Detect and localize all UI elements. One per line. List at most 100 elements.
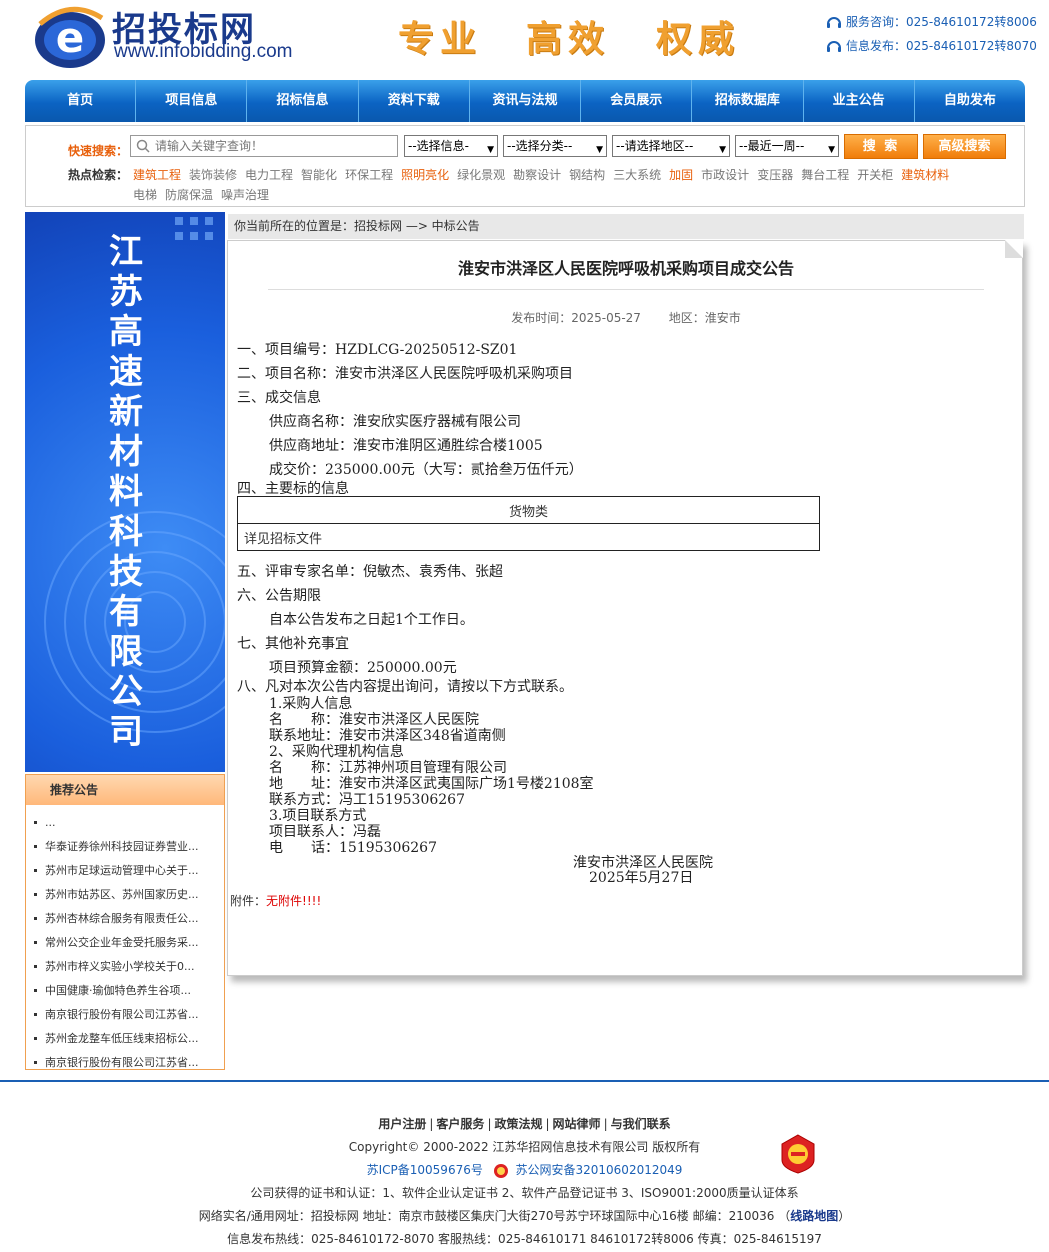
- hotline-publish: 信息发布：025-84610172转8070: [826, 37, 1037, 54]
- icp-link[interactable]: 苏ICP备10059676号: [367, 1163, 483, 1177]
- nav-tender-info[interactable]: 招标信息: [247, 80, 359, 122]
- recommended-item[interactable]: 苏州市姑苏区、苏州国家历史...: [32, 883, 224, 907]
- hot-keyword[interactable]: 噪声治理: [221, 188, 269, 202]
- goods-table: 货物类 详见招标文件: [237, 496, 820, 551]
- hot-keyword[interactable]: 电梯: [133, 188, 157, 202]
- recommended-item[interactable]: 南京银行股份有限公司江苏省...: [32, 1003, 224, 1027]
- slogan-efficient: 高效: [526, 18, 611, 60]
- footer-address: 网络实名/通用网址：招投标网 地址：南京市鼓楼区集庆门大街270号苏宁环球国际中…: [198, 1209, 851, 1223]
- recommended-item[interactable]: 苏州市梓义实验小学校关于0...: [32, 955, 224, 979]
- chevron-down-icon: ▼: [596, 145, 603, 155]
- recommended-item[interactable]: 常州公交企业年金受托服务采...: [32, 931, 224, 955]
- budget-amount: 项目预算金额：250000.00元: [269, 660, 457, 676]
- chevron-down-icon: ▼: [487, 145, 494, 155]
- hot-keyword[interactable]: 钢结构: [569, 168, 605, 182]
- recommended-item[interactable]: 南京银行股份有限公司江苏省...: [32, 1051, 224, 1075]
- nav-owner-notices[interactable]: 业主公告: [804, 80, 915, 122]
- bullet-icon: [34, 1012, 37, 1016]
- bullet-icon: [34, 1060, 37, 1064]
- breadcrumb: 你当前所在的位置是：招投标网 —> 中标公告: [228, 214, 1024, 239]
- hot-keyword[interactable]: 防腐保温: [165, 188, 213, 202]
- recommended-item[interactable]: 华泰证券徐州科技园证券营业...: [32, 835, 224, 859]
- hot-keyword[interactable]: 三大系统: [613, 168, 661, 182]
- nav-home[interactable]: 首页: [25, 80, 137, 122]
- publish-date: 2025-05-27: [571, 311, 641, 325]
- recommended-item[interactable]: 苏州市足球运动管理中心关于...: [32, 859, 224, 883]
- hot-keyword[interactable]: 绿化景观: [457, 168, 505, 182]
- item-main-subject: 四、主要标的信息: [237, 481, 349, 497]
- recommended-item[interactable]: ...: [32, 811, 224, 835]
- item-supplementary: 七、其他补充事宜: [237, 636, 349, 652]
- bullet-icon: [34, 892, 37, 896]
- route-map-link[interactable]: 线路地图: [790, 1209, 838, 1223]
- notice-title: 淮安市洪泽区人民医院呼吸机采购项目成交公告: [268, 255, 984, 290]
- footer-links: 用户注册 | 客户服务 | 政策法规 | 网站律师 | 与我们联系: [378, 1117, 671, 1131]
- hot-keyword[interactable]: 变压器: [757, 168, 793, 182]
- select-region[interactable]: --请选择地区-- ▼: [612, 135, 730, 157]
- footer-link-lawyer[interactable]: 网站律师: [553, 1117, 601, 1131]
- main-nav: 首页 项目信息 招标信息 资料下载 资讯与法规 会员展示 招标数据库 业主公告 …: [25, 80, 1025, 122]
- hot-keyword[interactable]: 市政设计: [701, 168, 749, 182]
- search-panel: 快速搜索： --选择信息-▼ --选择分类--▼ --请选择地区--▼ --最近…: [25, 125, 1025, 207]
- bullet-icon: [34, 820, 37, 824]
- search-button[interactable]: 搜 索: [844, 134, 918, 159]
- site-header: e 招投标网 www.infobidding.com 专业 高效 权威 服务咨询…: [0, 0, 1049, 78]
- chevron-down-icon: ▼: [719, 145, 726, 155]
- footer-link-contact[interactable]: 与我们联系: [611, 1117, 671, 1131]
- hot-keyword[interactable]: 照明亮化: [401, 168, 449, 182]
- recommended-item[interactable]: 中国健康·瑜伽特色养生谷项...: [32, 979, 224, 1003]
- nav-downloads[interactable]: 资料下载: [359, 80, 470, 122]
- hot-keyword[interactable]: 勘察设计: [513, 168, 561, 182]
- police-badge-icon: [493, 1163, 508, 1178]
- footer-link-register[interactable]: 用户注册: [378, 1117, 426, 1131]
- select-category[interactable]: --选择分类-- ▼: [503, 135, 607, 157]
- slogan-authority: 权威: [656, 18, 741, 60]
- ad-banner[interactable]: 江苏高速新材料科技有限公司: [25, 212, 225, 772]
- notice-content: 淮安市洪泽区人民医院呼吸机采购项目成交公告 发布时间：2025-05-27 地区…: [227, 240, 1023, 976]
- recommended-title: 推荐公告: [26, 775, 224, 805]
- bullet-icon: [34, 964, 37, 968]
- hot-keyword[interactable]: 环保工程: [345, 168, 393, 182]
- hot-keyword[interactable]: 加固: [669, 168, 693, 182]
- hot-keyword[interactable]: 舞台工程: [801, 168, 849, 182]
- item-project-name: 二、项目名称：淮安市洪泽区人民医院呼吸机采购项目: [237, 366, 573, 382]
- hotline-service: 服务咨询：025-84610172转8006: [826, 13, 1037, 30]
- supplier-address: 供应商地址：淮安市淮阴区通胜综合楼1005: [269, 438, 543, 454]
- chevron-down-icon: ▼: [828, 145, 835, 155]
- item-expert-list: 五、评审专家名单：倪敏杰、袁秀伟、张超: [237, 564, 503, 580]
- logo-e-icon[interactable]: e: [32, 4, 108, 70]
- phone-icon: [827, 16, 841, 28]
- trust-seal-icon[interactable]: [780, 1134, 816, 1174]
- item-deal-info: 三、成交信息: [237, 390, 321, 406]
- recommended-item[interactable]: 苏州杏林综合服务有限责任公...: [32, 907, 224, 931]
- footer-link-policy[interactable]: 政策法规: [494, 1117, 542, 1131]
- hot-keyword[interactable]: 建筑工程: [133, 168, 181, 182]
- nav-tender-database[interactable]: 招标数据库: [692, 80, 804, 122]
- logo-url[interactable]: www.infobidding.com: [114, 41, 292, 63]
- project-contact-phone: 电 话：15195306267: [269, 840, 437, 856]
- page-fold-decoration: [1005, 240, 1023, 258]
- search-input[interactable]: [130, 135, 398, 157]
- hot-keyword[interactable]: 智能化: [301, 168, 337, 182]
- footer-phones: 信息发布热线：025-84610172-8070 客服热线：025-846101…: [227, 1232, 822, 1246]
- svg-text:e: e: [56, 13, 85, 62]
- select-info-type[interactable]: --选择信息- ▼: [404, 135, 498, 157]
- hot-keywords-row2: 电梯 防腐保温 噪声治理: [133, 186, 277, 203]
- footer-link-service[interactable]: 客户服务: [436, 1117, 484, 1131]
- hot-keyword[interactable]: 装饰装修: [189, 168, 237, 182]
- nav-news-laws[interactable]: 资讯与法规: [470, 80, 582, 122]
- bullet-icon: [34, 988, 37, 992]
- deal-price: 成交价：235000.00元（大写：贰拾叁万伍仟元）: [269, 462, 583, 478]
- hot-keyword[interactable]: 开关柜: [857, 168, 893, 182]
- advanced-search-button[interactable]: 高级搜索: [923, 134, 1006, 159]
- recommended-list: ... 华泰证券徐州科技园证券营业... 苏州市足球运动管理中心关于... 苏州市姑苏…: [26, 805, 224, 1075]
- nav-members[interactable]: 会员展示: [581, 80, 693, 122]
- police-filing-link[interactable]: 苏公网安备32010602012049: [516, 1163, 683, 1177]
- hot-keyword[interactable]: 建筑材料: [901, 168, 949, 182]
- footer-certs: 公司获得的证书和认证：1、软件企业认定证书 2、软件产品登记证书 3、ISO90…: [250, 1186, 799, 1200]
- recommended-item[interactable]: 苏州金龙整车低压线束招标公...: [32, 1027, 224, 1051]
- hot-keyword[interactable]: 电力工程: [245, 168, 293, 182]
- nav-self-publish[interactable]: 自助发布: [915, 80, 1025, 122]
- select-time-range[interactable]: --最近一周-- ▼: [735, 135, 839, 157]
- nav-project-info[interactable]: 项目信息: [136, 80, 248, 122]
